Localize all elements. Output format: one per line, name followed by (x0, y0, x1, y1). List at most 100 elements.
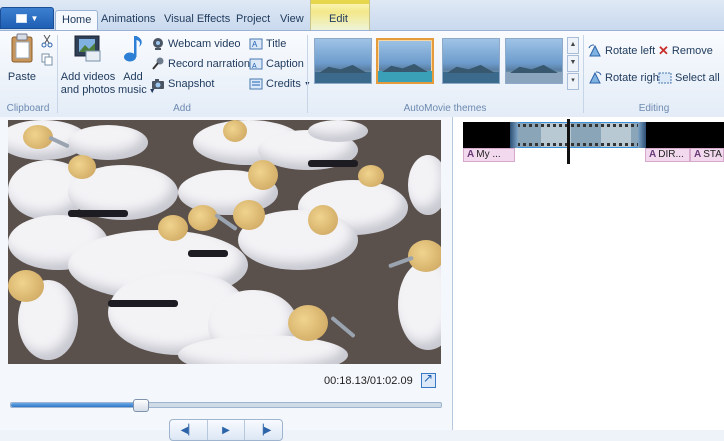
caption-text: STA... (703, 149, 723, 160)
music-note-icon (124, 36, 142, 62)
title-label: Title (266, 38, 287, 50)
storyboard-strip (463, 122, 724, 148)
storyboard-playhead[interactable] (567, 119, 570, 164)
tab-view[interactable]: View (274, 10, 310, 29)
next-frame-icon: ▕▶ (255, 424, 272, 436)
paste-icon (11, 33, 33, 63)
gallery-scroll-down-button[interactable]: ▼ (567, 55, 579, 72)
select-all-label: Select all (675, 72, 720, 84)
playback-controls: ◀▏ ▶ ▕▶ (169, 419, 283, 441)
caption-label: Caption (266, 58, 304, 70)
rotate-right-icon (589, 71, 602, 84)
gallery-expand-button[interactable]: ▾ (567, 73, 579, 90)
tab-home[interactable]: Home (55, 10, 99, 31)
next-frame-button[interactable]: ▕▶ (245, 420, 282, 440)
film-photo-icon (74, 35, 101, 62)
remove-button[interactable]: ✕ Remove (658, 42, 713, 60)
snapshot-button[interactable]: Snapshot (151, 75, 214, 93)
editing-group: Rotate left ✕ Remove Rotate right Select… (584, 31, 724, 117)
clipboard-group: Paste Clipboard (0, 31, 56, 117)
seek-bar-thumb[interactable] (133, 399, 149, 412)
svg-text:A: A (252, 40, 258, 49)
gallery-scroll: ▲ ▼ ▾ (567, 37, 579, 90)
preview-pane: 00:18.13/01:02.09 ◀▏ ▶ ▕▶ (0, 117, 453, 441)
add-music-button[interactable]: Add music ▼ (118, 33, 156, 98)
caption-text: My ... (476, 149, 501, 160)
svg-text:A: A (252, 63, 257, 70)
copy-button[interactable] (41, 53, 53, 69)
snapshot-label: Snapshot (168, 78, 215, 90)
document-icon (15, 13, 27, 23)
editing-group-label: Editing (638, 103, 670, 114)
theme-thumbnail[interactable] (505, 38, 563, 84)
remove-label: Remove (671, 45, 713, 57)
caption-type-icon: A (694, 149, 702, 160)
caption-icon: A (249, 58, 263, 70)
clipboard-group-label: Clipboard (6, 103, 50, 114)
caption-text: DIR... (658, 149, 684, 160)
seek-bar-progress (11, 403, 140, 407)
theme-thumbnail[interactable] (442, 38, 500, 84)
transition-marker (510, 122, 518, 148)
add-videos-label-line2: and photos (60, 84, 116, 96)
microphone-icon (152, 57, 164, 70)
caption-item[interactable]: A DIR... (645, 148, 690, 162)
ribbon: Paste Clipboard Add videos and photos Ad… (0, 30, 724, 118)
rotate-right-label: Rotate right (605, 72, 662, 84)
tab-edit[interactable]: Edit (323, 10, 354, 29)
preview-timecode: 00:18.13/01:02.09 (324, 375, 413, 387)
rotate-left-label: Rotate left (605, 45, 656, 57)
title-button[interactable]: A Title (249, 35, 286, 53)
record-narration-label: Record narration (168, 58, 250, 70)
credits-icon (249, 78, 263, 90)
credits-button[interactable]: Credits ▼ (249, 75, 311, 93)
tab-project[interactable]: Project (230, 10, 276, 29)
credits-label: Credits (266, 78, 301, 90)
copy-icon (41, 53, 53, 66)
webcam-icon (153, 38, 163, 50)
theme-thumbnail-selected[interactable] (376, 38, 434, 84)
storyboard-pane: AMy ... ADIR... ASTA... (453, 117, 724, 430)
add-videos-label-line1: Add videos (60, 71, 116, 83)
cut-button[interactable] (41, 34, 53, 51)
select-all-button[interactable]: Select all (658, 69, 720, 87)
tab-visual-effects[interactable]: Visual Effects (158, 10, 236, 29)
theme-thumbnail[interactable] (314, 38, 372, 84)
add-videos-and-photos-button[interactable]: Add videos and photos (60, 33, 116, 97)
camera-icon (152, 79, 164, 89)
transition-marker (638, 122, 646, 148)
video-preview[interactable] (8, 120, 441, 364)
rotate-left-button[interactable]: Rotate left (588, 42, 655, 60)
play-button[interactable]: ▶ (208, 420, 246, 440)
paste-button[interactable]: Paste (5, 33, 39, 84)
caption-type-icon: A (649, 149, 657, 160)
gallery-scroll-up-button[interactable]: ▲ (567, 37, 579, 54)
add-group-label: Add (173, 103, 191, 114)
add-group: Add videos and photos Add music ▼ Webcam … (58, 31, 311, 117)
scissors-icon (41, 34, 53, 48)
caption-item[interactable]: ASTA... (690, 148, 724, 162)
webcam-video-label: Webcam video (168, 38, 241, 50)
previous-frame-button[interactable]: ◀▏ (170, 420, 208, 440)
video-clip[interactable] (510, 122, 646, 148)
title-icon: A (249, 38, 263, 50)
remove-icon: ✕ (658, 43, 669, 58)
previous-frame-icon: ◀▏ (180, 424, 197, 436)
add-music-label-line2: music (118, 84, 147, 96)
caption-item[interactable]: A My ... (463, 148, 515, 162)
record-narration-button[interactable]: Record narration ▼ (151, 55, 260, 73)
seek-bar[interactable] (10, 399, 442, 412)
rotate-left-icon (588, 44, 601, 57)
chevron-down-icon: ▼ (30, 13, 39, 23)
paste-label: Paste (7, 71, 37, 83)
add-music-label-line1: Add (123, 71, 143, 83)
fullscreen-preview-button[interactable] (421, 371, 436, 388)
ribbon-tab-bar: ▼ Home Animations Visual Effects Project… (0, 0, 724, 31)
caption-button[interactable]: A Caption (249, 55, 304, 73)
webcam-video-button[interactable]: Webcam video (151, 35, 241, 53)
tab-animations[interactable]: Animations (95, 10, 161, 29)
rotate-right-button[interactable]: Rotate right (588, 69, 662, 87)
caption-type-icon: A (467, 149, 475, 160)
select-all-icon (658, 72, 672, 84)
application-menu-button[interactable]: ▼ (0, 7, 54, 29)
